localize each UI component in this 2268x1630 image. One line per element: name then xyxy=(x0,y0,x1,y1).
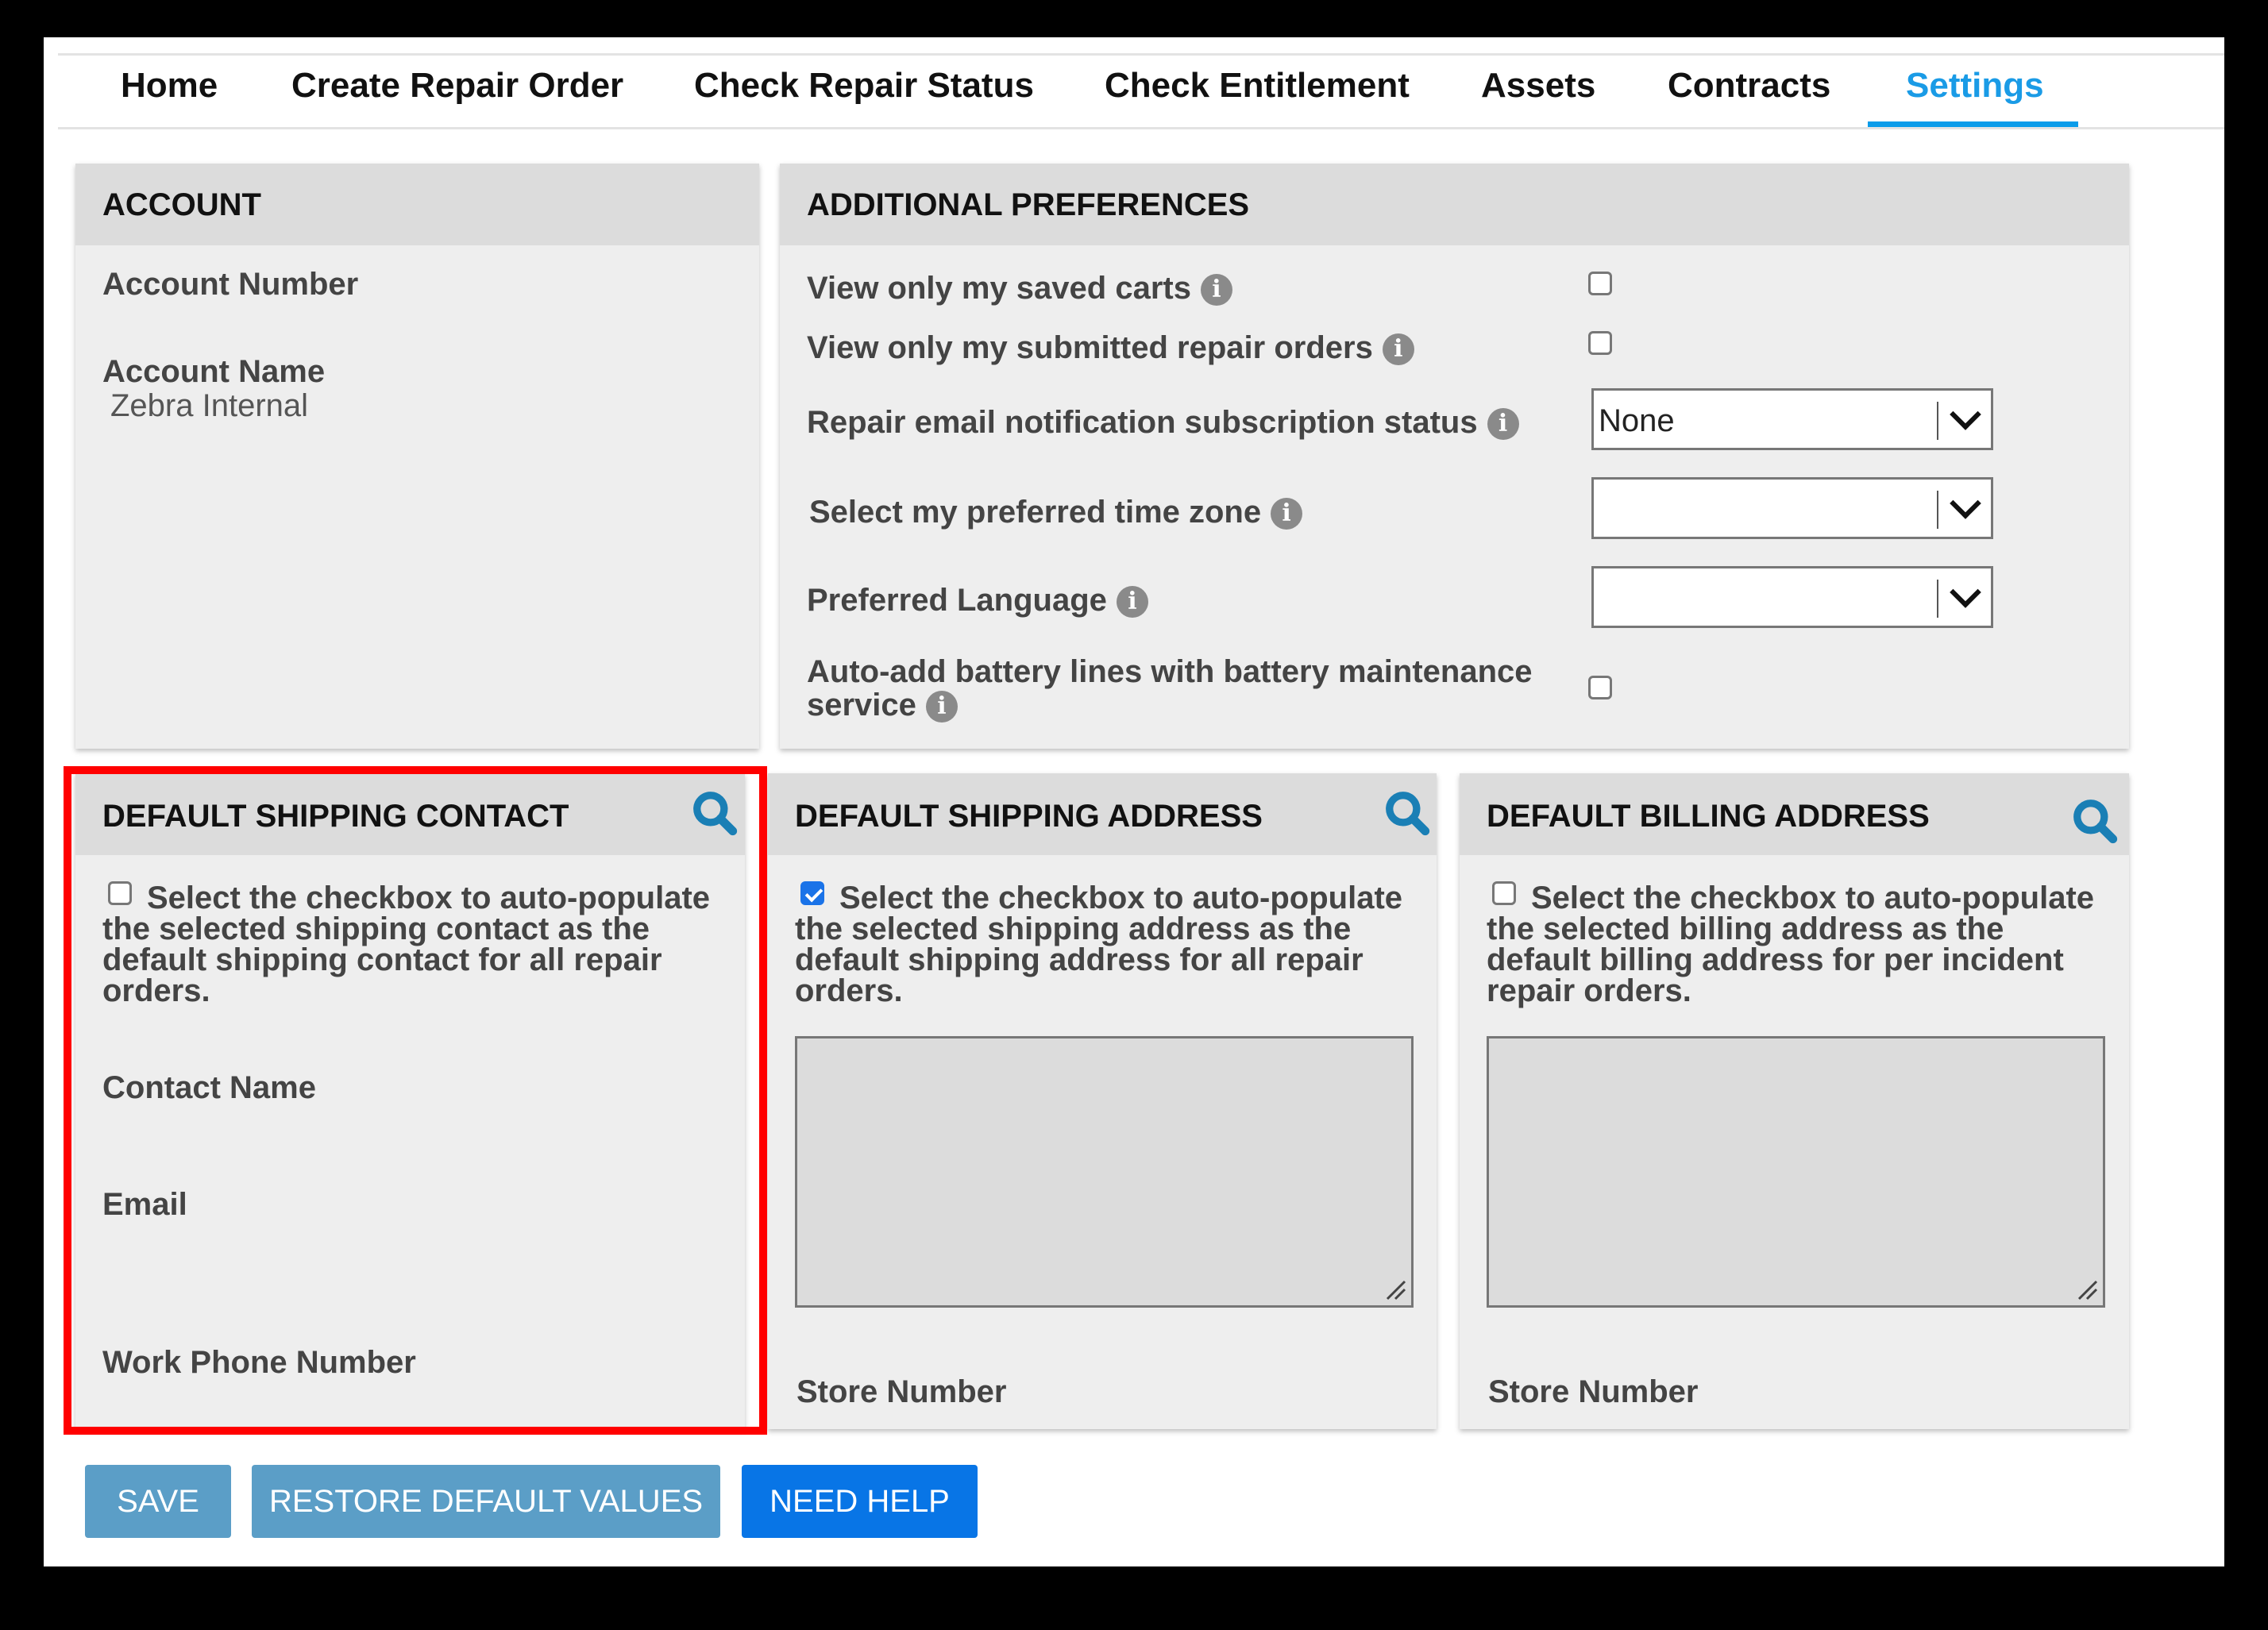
account-name-label: Account Name xyxy=(102,354,326,389)
chevron-down-icon xyxy=(1950,576,1981,608)
account-panel-header: ACCOUNT xyxy=(75,164,759,245)
select-divider xyxy=(1937,580,1938,618)
account-number-label: Account Number xyxy=(102,267,359,302)
nav-bottom-divider xyxy=(58,127,2224,129)
battery-checkbox[interactable] xyxy=(1588,676,1612,699)
account-panel-title: ACCOUNT xyxy=(102,187,261,222)
billing-address-header: DEFAULT BILLING ADDRESS xyxy=(1460,773,2129,855)
description-line: the selected shipping contact as the xyxy=(102,911,650,946)
submitted-orders-checkbox[interactable] xyxy=(1588,331,1612,355)
description-line: repair orders. xyxy=(1487,973,1691,1008)
description-line: Select the checkbox to auto-populate xyxy=(839,881,1403,915)
shipping-contact-description: Select the checkbox to auto-populate the… xyxy=(102,881,711,1008)
active-tab-indicator xyxy=(1868,121,2078,127)
language-label: Preferred Language xyxy=(807,583,1107,618)
settings-page: Home Create Repair Order Check Repair St… xyxy=(44,37,2224,1566)
info-icon[interactable]: i xyxy=(1271,498,1303,530)
resize-grip-icon[interactable] xyxy=(1383,1277,1406,1301)
description-line: default billing address for per incident xyxy=(1487,942,2064,977)
shipping-address-textarea[interactable] xyxy=(795,1036,1414,1308)
saved-carts-label: View only my saved carts xyxy=(807,271,1191,306)
time-zone-select[interactable] xyxy=(1591,477,1993,539)
language-select[interactable] xyxy=(1591,566,1993,628)
info-icon[interactable]: i xyxy=(1116,586,1148,618)
tab-contracts[interactable]: Contracts xyxy=(1668,66,1830,106)
description-line: the selected billing address as the xyxy=(1487,911,2004,946)
search-icon[interactable] xyxy=(2071,797,2120,846)
time-zone-label: Select my preferred time zone xyxy=(809,495,1262,530)
store-number-label: Store Number xyxy=(796,1374,1007,1409)
chevron-down-icon xyxy=(1950,487,1981,519)
chevron-down-icon xyxy=(1950,399,1981,430)
shipping-contact-header: DEFAULT SHIPPING CONTACT xyxy=(75,773,745,855)
email-notification-label: Repair email notification subscription s… xyxy=(807,405,1478,440)
select-divider xyxy=(1937,491,1938,529)
email-notification-select[interactable]: None xyxy=(1591,388,1993,450)
shipping-address-title: DEFAULT SHIPPING ADDRESS xyxy=(795,799,1263,834)
tab-settings[interactable]: Settings xyxy=(1906,66,2044,106)
info-icon[interactable]: i xyxy=(1487,408,1519,441)
billing-address-panel: DEFAULT BILLING ADDRESS Select the check… xyxy=(1460,773,2129,1429)
saved-carts-row: View only my saved carts i xyxy=(807,271,1232,306)
description-line: default shipping contact for all repair xyxy=(102,942,662,977)
work-phone-label: Work Phone Number xyxy=(102,1345,416,1380)
restore-default-values-button[interactable]: RESTORE DEFAULT VALUES xyxy=(252,1465,720,1538)
shipping-address-description: Select the checkbox to auto-populate the… xyxy=(795,881,1403,1008)
tab-check-entitlement[interactable]: Check Entitlement xyxy=(1105,66,1410,106)
preferences-panel-title: ADDITIONAL PREFERENCES xyxy=(807,187,1250,222)
shipping-address-header: DEFAULT SHIPPING ADDRESS xyxy=(768,773,1437,855)
email-label: Email xyxy=(102,1187,187,1222)
battery-label-line1: Auto-add battery lines with battery main… xyxy=(807,654,1533,689)
shipping-contact-panel: DEFAULT SHIPPING CONTACT Select the chec… xyxy=(75,773,745,1429)
resize-grip-icon[interactable] xyxy=(2074,1277,2098,1301)
shipping-contact-title: DEFAULT SHIPPING CONTACT xyxy=(102,799,569,834)
description-line: Select the checkbox to auto-populate xyxy=(1531,881,2095,915)
billing-address-title: DEFAULT BILLING ADDRESS xyxy=(1487,799,1930,834)
description-line: the selected shipping address as the xyxy=(795,911,1352,946)
info-icon[interactable]: i xyxy=(1200,274,1232,306)
language-row: Preferred Language i xyxy=(807,583,1148,618)
contact-name-label: Contact Name xyxy=(102,1070,316,1105)
tab-create-repair-order[interactable]: Create Repair Order xyxy=(291,66,623,106)
nav-top-divider xyxy=(58,53,2224,56)
billing-address-description: Select the checkbox to auto-populate the… xyxy=(1487,881,2095,1008)
save-button[interactable]: SAVE xyxy=(85,1465,231,1538)
preferences-panel-header: ADDITIONAL PREFERENCES xyxy=(780,164,2129,245)
description-line: default shipping address for all repair xyxy=(795,942,1364,977)
account-name-value: Zebra Internal xyxy=(110,388,309,423)
tab-assets[interactable]: Assets xyxy=(1481,66,1595,106)
description-line: orders. xyxy=(795,973,903,1008)
select-divider xyxy=(1937,402,1938,440)
store-number-label: Store Number xyxy=(1488,1374,1699,1409)
search-icon[interactable] xyxy=(1383,789,1433,838)
submitted-orders-label: View only my submitted repair orders xyxy=(807,330,1373,365)
battery-row: service i xyxy=(807,688,958,723)
tab-check-repair-status[interactable]: Check Repair Status xyxy=(694,66,1034,106)
submitted-orders-row: View only my submitted repair orders i xyxy=(807,330,1414,366)
time-zone-row: Select my preferred time zone i xyxy=(809,495,1303,530)
description-line: Select the checkbox to auto-populate xyxy=(147,881,711,915)
info-icon[interactable]: i xyxy=(925,691,958,723)
additional-preferences-panel: ADDITIONAL PREFERENCES View only my save… xyxy=(780,164,2129,749)
need-help-button[interactable]: NEED HELP xyxy=(742,1465,978,1538)
battery-label-line2: service xyxy=(807,688,916,723)
email-notification-value: None xyxy=(1599,403,1675,438)
search-icon[interactable] xyxy=(691,789,740,838)
saved-carts-checkbox[interactable] xyxy=(1588,272,1612,295)
account-panel: ACCOUNT Account Number Account Name Zebr… xyxy=(75,164,759,749)
email-notification-row: Repair email notification subscription s… xyxy=(807,405,1519,441)
tab-home[interactable]: Home xyxy=(121,66,218,106)
shipping-address-panel: DEFAULT SHIPPING ADDRESS Select the chec… xyxy=(768,773,1437,1429)
info-icon[interactable]: i xyxy=(1382,333,1414,366)
billing-address-textarea[interactable] xyxy=(1487,1036,2105,1308)
description-line: orders. xyxy=(102,973,210,1008)
